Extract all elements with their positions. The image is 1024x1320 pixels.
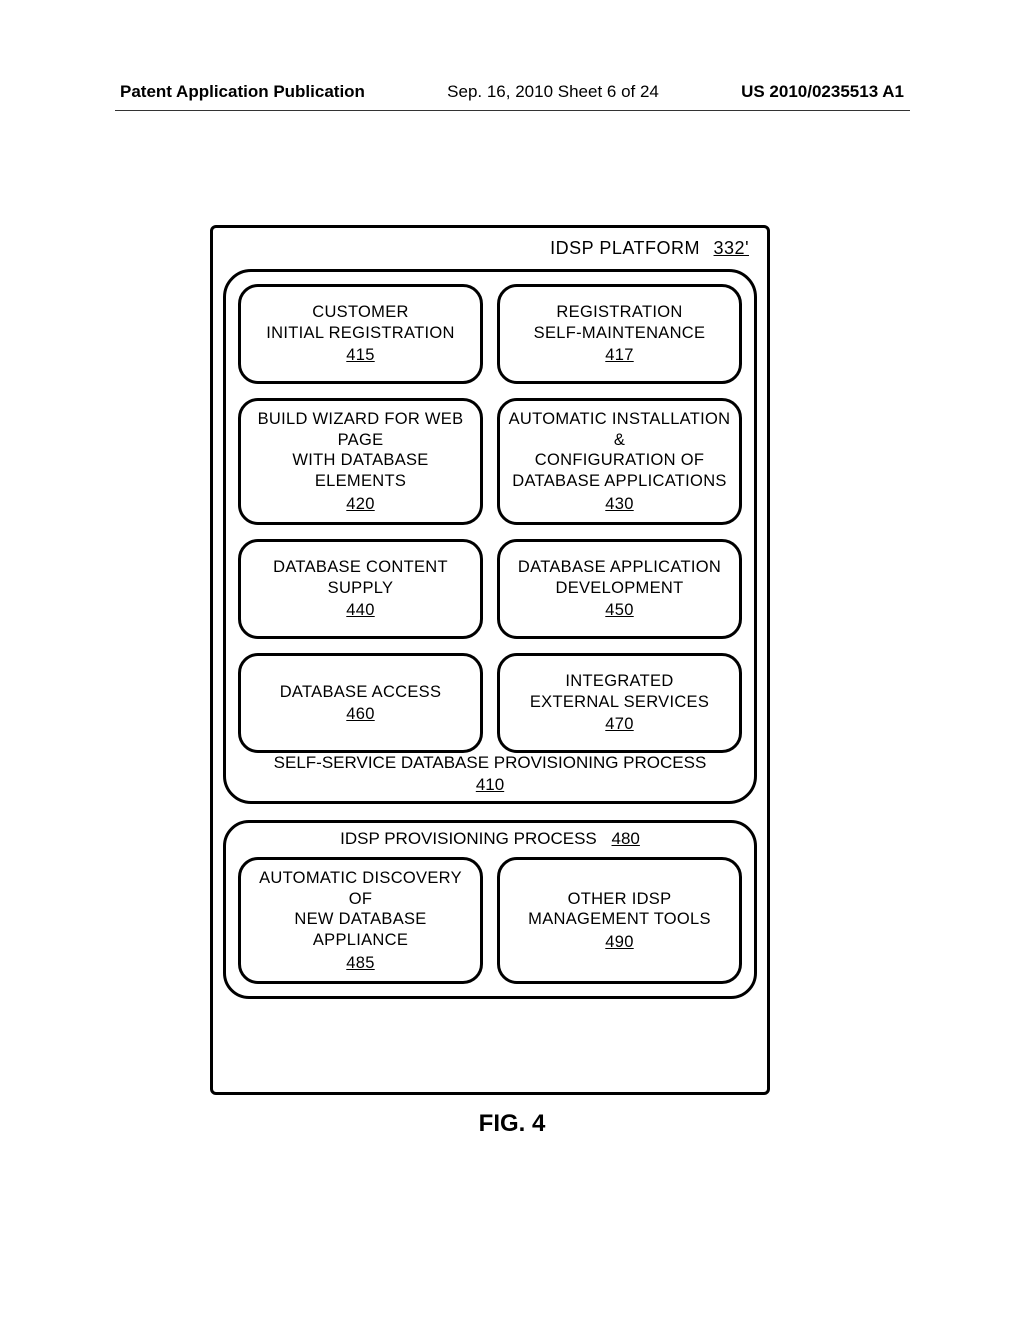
box-label: BUILD WIZARD FOR WEB PAGE WITH DATABASE …	[247, 409, 474, 492]
box-ref: 430	[605, 494, 633, 515]
page-header: Patent Application Publication Sep. 16, …	[0, 82, 1024, 102]
box-build-wizard: BUILD WIZARD FOR WEB PAGE WITH DATABASE …	[238, 398, 483, 525]
box-ref: 417	[605, 345, 633, 366]
box-ref: 450	[605, 600, 633, 621]
application-number: US 2010/0235513 A1	[741, 82, 904, 102]
box-label: CUSTOMER INITIAL REGISTRATION	[266, 302, 454, 343]
header-rule	[115, 110, 910, 111]
box-ref: 440	[346, 600, 374, 621]
box-label: DATABASE CONTENT SUPPLY	[273, 557, 448, 598]
box-ref: 460	[346, 704, 374, 725]
box-customer-initial-registration: CUSTOMER INITIAL REGISTRATION 415	[238, 284, 483, 384]
platform-title: IDSP PLATFORM	[550, 238, 700, 258]
self-service-process-group: CUSTOMER INITIAL REGISTRATION 415 REGIST…	[223, 269, 757, 804]
box-ref: 415	[346, 345, 374, 366]
box-label: AUTOMATIC INSTALLATION & CONFIGURATION O…	[506, 409, 733, 492]
box-integrated-external-services: INTEGRATED EXTERNAL SERVICES 470	[497, 653, 742, 753]
box-ref: 420	[346, 494, 374, 515]
box-label: REGISTRATION SELF-MAINTENANCE	[534, 302, 706, 343]
box-label: INTEGRATED EXTERNAL SERVICES	[530, 671, 709, 712]
process-480-grid: AUTOMATIC DISCOVERY OF NEW DATABASE APPL…	[238, 857, 742, 984]
platform-ref: 332'	[714, 238, 749, 258]
process-480-title: IDSP PROVISIONING PROCESS	[340, 829, 597, 848]
publication-label: Patent Application Publication	[120, 82, 365, 102]
box-auto-discovery: AUTOMATIC DISCOVERY OF NEW DATABASE APPL…	[238, 857, 483, 984]
box-auto-install-config: AUTOMATIC INSTALLATION & CONFIGURATION O…	[497, 398, 742, 525]
box-ref: 485	[346, 953, 374, 974]
box-ref: 470	[605, 714, 633, 735]
box-registration-self-maintenance: REGISTRATION SELF-MAINTENANCE 417	[497, 284, 742, 384]
box-other-idsp-tools: OTHER IDSP MANAGEMENT TOOLS 490	[497, 857, 742, 984]
box-label: DATABASE ACCESS	[280, 682, 442, 703]
date-sheet: Sep. 16, 2010 Sheet 6 of 24	[447, 82, 659, 102]
platform-title-row: IDSP PLATFORM 332'	[223, 236, 757, 265]
process-410-grid: CUSTOMER INITIAL REGISTRATION 415 REGIST…	[238, 284, 742, 753]
process-480-ref: 480	[612, 829, 640, 848]
process-480-title-row: IDSP PROVISIONING PROCESS 480	[238, 829, 742, 849]
box-label: DATABASE APPLICATION DEVELOPMENT	[518, 557, 721, 598]
process-410-title: SELF-SERVICE DATABASE PROVISIONING PROCE…	[274, 753, 707, 772]
box-label: AUTOMATIC DISCOVERY OF NEW DATABASE APPL…	[247, 868, 474, 951]
box-database-content-supply: DATABASE CONTENT SUPPLY 440	[238, 539, 483, 639]
box-ref: 490	[605, 932, 633, 953]
box-label: OTHER IDSP MANAGEMENT TOOLS	[528, 889, 711, 930]
idsp-platform-box: IDSP PLATFORM 332' CUSTOMER INITIAL REGI…	[210, 225, 770, 1095]
figure-caption: FIG. 4	[0, 1110, 1024, 1138]
process-410-footer: SELF-SERVICE DATABASE PROVISIONING PROCE…	[226, 753, 754, 795]
box-database-app-development: DATABASE APPLICATION DEVELOPMENT 450	[497, 539, 742, 639]
idsp-provisioning-group: IDSP PROVISIONING PROCESS 480 AUTOMATIC …	[223, 820, 757, 999]
box-database-access: DATABASE ACCESS 460	[238, 653, 483, 753]
process-410-ref: 410	[226, 775, 754, 795]
